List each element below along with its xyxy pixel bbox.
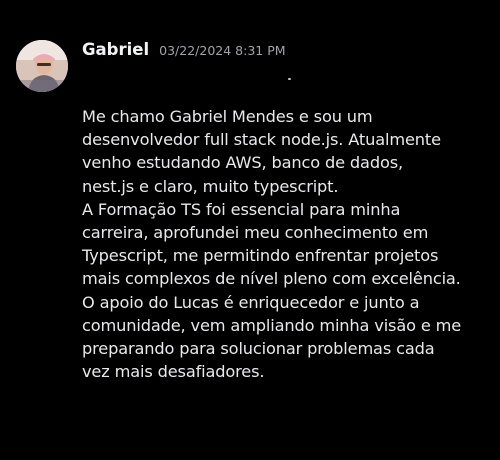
message-line: Me chamo Gabriel Mendes e sou um [82,107,373,126]
message-content: Me chamo Gabriel Mendes e sou um desenvo… [82,105,492,383]
separator-dot [288,78,291,80]
message-line: carreira, aprofundei meu conhecimento em [82,223,429,243]
user-avatar[interactable] [16,40,68,92]
message-line: preparando para solucionar problemas cad… [82,339,435,359]
message-timestamp: 03/22/2024 8:31 PM [159,43,286,58]
message-line: O apoio do Lucas é enriquecedor e junto … [82,292,420,312]
chat-message: Gabriel 03/22/2024 8:31 PM Me chamo Gabr… [0,0,500,460]
message-line: nest.js e claro, muito typescript. [82,176,339,196]
avatar-photo-icon [16,40,68,92]
message-line: desenvolvedor full stack node.js. Atualm… [82,130,441,150]
message-line: comunidade, vem ampliando minha visão e … [82,315,462,335]
message-line: Typescript, me permitindo enfrentar proj… [82,246,439,266]
author-name[interactable]: Gabriel [82,40,149,59]
message-line: A Formação TS foi essencial para minha [82,199,401,219]
message-line: mais complexos de nível pleno com excelê… [82,269,461,289]
message-header: Gabriel 03/22/2024 8:31 PM [82,40,286,64]
message-line: vez mais desafiadores. [82,362,265,382]
message-line: venho estudando AWS, banco de dados, [82,153,403,173]
